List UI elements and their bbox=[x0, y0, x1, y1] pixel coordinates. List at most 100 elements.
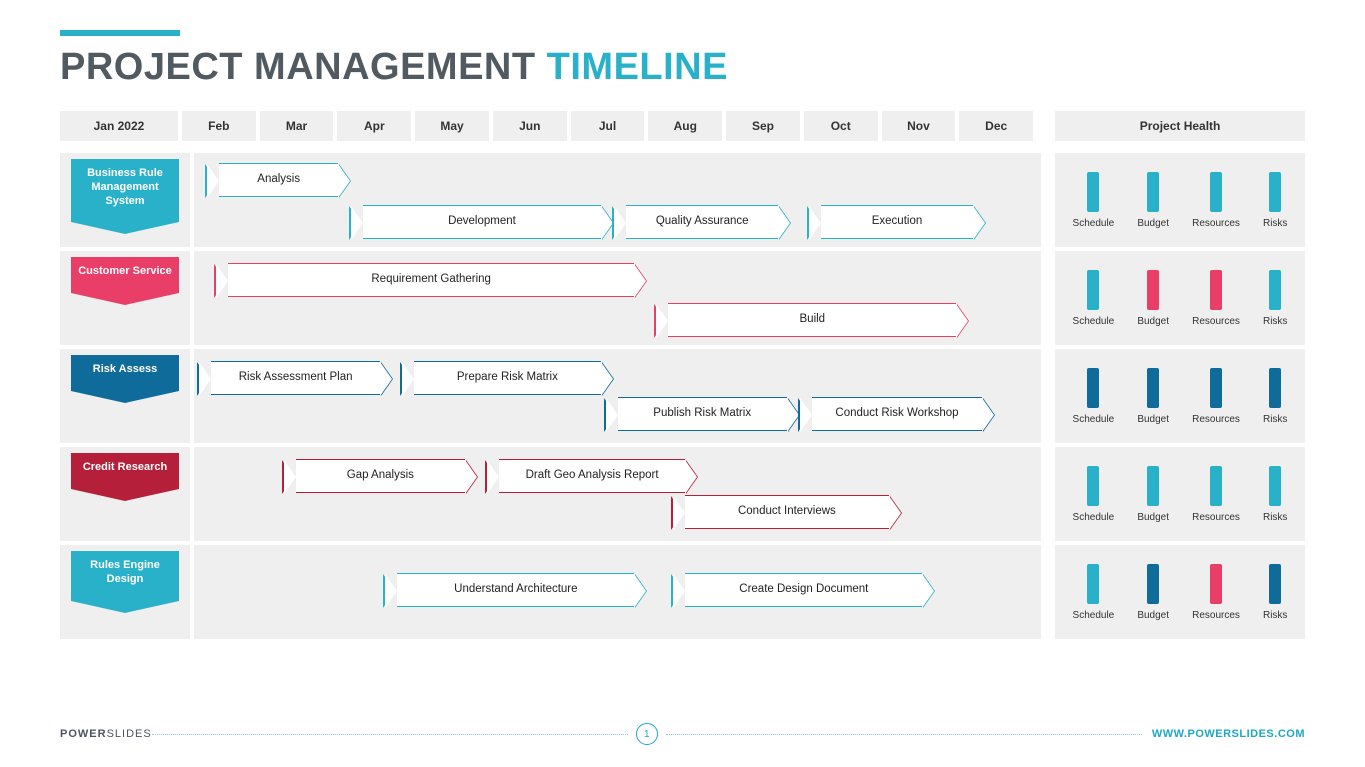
task-chevron: Publish Risk Matrix bbox=[618, 397, 787, 431]
lanes-column: Analysis Development Quality Assurance Exec… bbox=[194, 153, 1041, 639]
health-metric-label: Schedule bbox=[1073, 512, 1115, 523]
health-metric: Risks bbox=[1263, 270, 1287, 327]
title-main: PROJECT MANAGEMENT bbox=[60, 46, 547, 88]
health-metric-label: Schedule bbox=[1073, 316, 1115, 327]
health-bar bbox=[1210, 466, 1222, 506]
label-column: Business Rule Management System Customer … bbox=[60, 153, 190, 639]
health-metric: Risks bbox=[1263, 172, 1287, 229]
row-label-outer: Customer Service bbox=[60, 251, 190, 345]
row-label-tag: Rules Engine Design bbox=[71, 551, 179, 601]
health-metric: Resources bbox=[1192, 172, 1240, 229]
health-column: Schedule Budget Resources Risks Schedule Budg… bbox=[1055, 153, 1305, 639]
health-metric: Budget bbox=[1137, 368, 1169, 425]
health-bar bbox=[1269, 564, 1281, 604]
month-cell: Feb bbox=[182, 111, 256, 141]
timeline-header: Jan 2022 Feb Mar Apr May Jun Jul Aug Sep… bbox=[60, 111, 1305, 141]
health-bar bbox=[1087, 466, 1099, 506]
health-bar bbox=[1147, 270, 1159, 310]
task-chevron: Quality Assurance bbox=[626, 205, 778, 239]
month-cell: Mar bbox=[260, 111, 334, 141]
task-chevron: Requirement Gathering bbox=[228, 263, 635, 297]
health-metric-label: Budget bbox=[1137, 316, 1169, 327]
accent-bar bbox=[60, 30, 180, 36]
health-cell: Schedule Budget Resources Risks bbox=[1055, 251, 1305, 345]
health-metric: Budget bbox=[1137, 564, 1169, 621]
health-metric: Resources bbox=[1192, 466, 1240, 523]
health-bar bbox=[1147, 564, 1159, 604]
timeline-lane: Risk Assessment Plan Prepare Risk Matrix P… bbox=[194, 349, 1041, 443]
timeline-lane: Understand ArchitectureCreate Design Doc… bbox=[194, 545, 1041, 639]
row-label-outer: Risk Assess bbox=[60, 349, 190, 443]
footer: POWERSLIDES 1 WWW.POWERSLIDES.COM bbox=[60, 723, 1305, 745]
title-accent: TIMELINE bbox=[547, 46, 728, 88]
health-metric-label: Budget bbox=[1137, 218, 1169, 229]
brand-logo: POWERSLIDES bbox=[60, 728, 152, 740]
health-metric-label: Budget bbox=[1137, 414, 1169, 425]
health-bar bbox=[1210, 270, 1222, 310]
health-bar bbox=[1210, 172, 1222, 212]
health-metric-label: Risks bbox=[1263, 610, 1287, 621]
health-metric: Schedule bbox=[1073, 466, 1115, 523]
month-cell: Aug bbox=[648, 111, 722, 141]
health-metric: Budget bbox=[1137, 270, 1169, 327]
health-cell: Schedule Budget Resources Risks bbox=[1055, 349, 1305, 443]
month-cell: Dec bbox=[959, 111, 1033, 141]
health-metric: Budget bbox=[1137, 172, 1169, 229]
health-cell: Schedule Budget Resources Risks bbox=[1055, 447, 1305, 541]
health-metric: Risks bbox=[1263, 368, 1287, 425]
task-chevron: Development bbox=[363, 205, 600, 239]
health-metric-label: Resources bbox=[1192, 316, 1240, 327]
health-cell: Schedule Budget Resources Risks bbox=[1055, 545, 1305, 639]
row-label-outer: Business Rule Management System bbox=[60, 153, 190, 247]
row-label-tag: Customer Service bbox=[71, 257, 179, 293]
health-metric-label: Risks bbox=[1263, 512, 1287, 523]
brand-light: SLIDES bbox=[107, 728, 152, 740]
row-label-tag: Credit Research bbox=[71, 453, 179, 489]
health-metric: Resources bbox=[1192, 368, 1240, 425]
health-metric-label: Resources bbox=[1192, 218, 1240, 229]
health-metric-label: Schedule bbox=[1073, 414, 1115, 425]
task-chevron: Build bbox=[668, 303, 956, 337]
task-chevron: Execution bbox=[821, 205, 973, 239]
health-metric-label: Schedule bbox=[1073, 610, 1115, 621]
health-metric: Resources bbox=[1192, 270, 1240, 327]
health-bar bbox=[1269, 466, 1281, 506]
month-cell: Jun bbox=[493, 111, 567, 141]
month-cell: Oct bbox=[804, 111, 878, 141]
task-chevron: Analysis bbox=[219, 163, 338, 197]
spacer bbox=[1037, 111, 1051, 141]
health-metric-label: Resources bbox=[1192, 414, 1240, 425]
row-label-outer: Rules Engine Design bbox=[60, 545, 190, 639]
task-chevron: Prepare Risk Matrix bbox=[414, 361, 600, 395]
health-bar bbox=[1210, 564, 1222, 604]
month-cell: Apr bbox=[337, 111, 411, 141]
health-bar bbox=[1087, 172, 1099, 212]
health-metric: Schedule bbox=[1073, 270, 1115, 327]
month-cell: May bbox=[415, 111, 489, 141]
row-label-outer: Credit Research bbox=[60, 447, 190, 541]
health-metric: Budget bbox=[1137, 466, 1169, 523]
health-metric: Schedule bbox=[1073, 368, 1115, 425]
health-bar bbox=[1269, 270, 1281, 310]
task-chevron: Risk Assessment Plan bbox=[211, 361, 380, 395]
row-label-tag: Business Rule Management System bbox=[71, 159, 179, 222]
task-chevron: Conduct Risk Workshop bbox=[812, 397, 981, 431]
health-metric-label: Resources bbox=[1192, 610, 1240, 621]
health-bar bbox=[1087, 368, 1099, 408]
task-chevron: Conduct Interviews bbox=[685, 495, 888, 529]
health-metric-label: Risks bbox=[1263, 218, 1287, 229]
health-bar bbox=[1147, 466, 1159, 506]
health-metric: Risks bbox=[1263, 564, 1287, 621]
health-cell: Schedule Budget Resources Risks bbox=[1055, 153, 1305, 247]
month-cell: Jan 2022 bbox=[60, 111, 178, 141]
health-bar bbox=[1147, 368, 1159, 408]
month-cell: Sep bbox=[726, 111, 800, 141]
health-metric: Schedule bbox=[1073, 172, 1115, 229]
health-header: Project Health bbox=[1055, 111, 1305, 141]
health-metric-label: Budget bbox=[1137, 512, 1169, 523]
row-label-tag: Risk Assess bbox=[71, 355, 179, 391]
task-chevron: Create Design Document bbox=[685, 573, 922, 607]
brand-bold: POWER bbox=[60, 728, 107, 740]
dotted-line bbox=[152, 734, 628, 735]
health-metric: Schedule bbox=[1073, 564, 1115, 621]
